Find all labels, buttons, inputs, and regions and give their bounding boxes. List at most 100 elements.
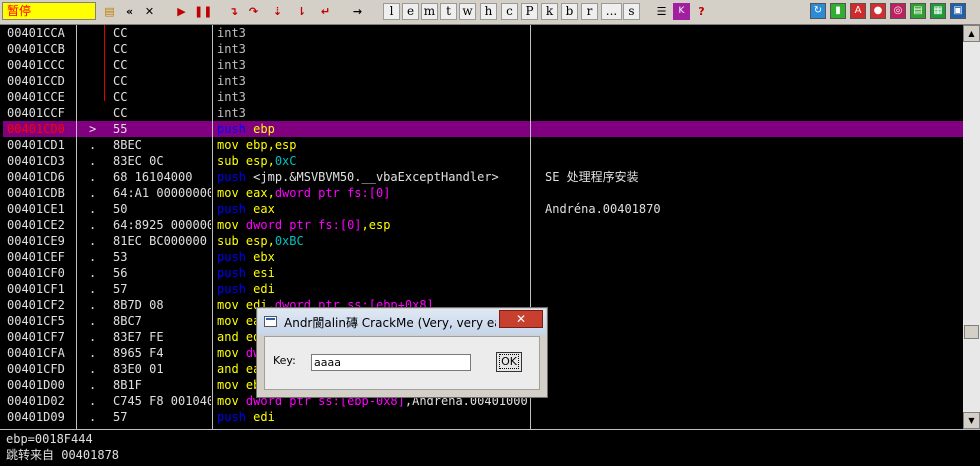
row-address: 00401CF7 — [7, 330, 65, 344]
rewind-icon[interactable]: « — [121, 3, 138, 20]
a-plugin-icon[interactable]: A — [850, 3, 866, 19]
row-hex-bytes: CC — [113, 74, 128, 88]
disasm-row[interactable]: 00401CEF. 53 push ebx — [3, 249, 963, 265]
green-plugin-icon[interactable]: ▮ — [830, 3, 846, 19]
row-hex-bytes: 8965 F4 — [113, 346, 164, 360]
row-instruction: sub esp,0xBC — [217, 233, 529, 249]
refresh-plugin-icon[interactable]: ↻ — [810, 3, 826, 19]
row-address: 00401CF5 — [7, 314, 65, 328]
window-breakpoints-button[interactable]: b — [561, 3, 578, 20]
dialog-close-button[interactable]: ✕ — [499, 310, 543, 328]
disasm-row[interactable]: 00401CF0. 56 push esi — [3, 265, 963, 281]
window-handles-button[interactable]: h — [480, 3, 497, 20]
list-icon[interactable]: ☰ — [653, 3, 670, 20]
window-windows-button[interactable]: w — [459, 3, 476, 20]
disasm-row[interactable]: 00401CCA CC int3 — [3, 25, 963, 41]
window-patches-button[interactable]: P — [521, 3, 538, 20]
disasm-row[interactable]: 00401CCC CC int3 — [3, 57, 963, 73]
pause-icon[interactable]: ❚❚ — [193, 3, 212, 20]
row-address: 00401CF0 — [7, 266, 65, 280]
row-address: 00401CE9 — [7, 234, 65, 248]
row-marker: . — [89, 282, 97, 296]
row-marker: . — [89, 394, 97, 408]
key-input[interactable] — [311, 354, 471, 371]
row-instruction: mov eax,dword ptr fs:[0] — [217, 185, 529, 201]
target-plugin-icon[interactable]: ◎ — [890, 3, 906, 19]
record-plugin-icon[interactable]: ● — [870, 3, 886, 19]
row-hex-bytes: 56 — [113, 266, 128, 280]
row-hex-bytes: 55 — [113, 122, 128, 136]
info-pane: ebp=0018F444 跳转来自 00401878 — [0, 429, 980, 466]
row-address: 00401CFD — [7, 362, 65, 376]
scroll-thumb[interactable] — [964, 325, 979, 339]
disasm-row[interactable]: 00401CD3. 83EC 0C sub esp,0xC — [3, 153, 963, 169]
disasm-row[interactable]: 00401CD1. 8BEC mov ebp,esp — [3, 137, 963, 153]
execute-till-return-icon[interactable]: ↵ — [317, 3, 334, 20]
row-address: 00401CD6 — [7, 170, 65, 184]
vertical-scrollbar[interactable]: ▲ ▼ — [963, 25, 980, 429]
row-comment: SE 处理程序安装 — [545, 170, 639, 184]
options-icon[interactable]: K — [673, 3, 690, 20]
row-mnemonic: int3 — [217, 42, 246, 56]
open-icon[interactable]: ▤ — [101, 3, 118, 20]
window-references-button[interactable]: r — [581, 3, 598, 20]
row-address: 00401D00 — [7, 378, 65, 392]
run-icon[interactable]: ▶ — [173, 3, 190, 20]
window-modules-button[interactable]: e — [402, 3, 419, 20]
disasm-row[interactable]: 00401CD6. 68 16104000 push <jmp.&MSVBVM50.… — [3, 169, 963, 185]
step-over-icon[interactable]: ↷ — [245, 3, 262, 20]
window-callstack-button[interactable]: k — [541, 3, 558, 20]
ok-button[interactable]: OK — [496, 352, 522, 372]
disasm-row[interactable]: 00401CCB CC int3 — [3, 41, 963, 57]
window-runtrace-button[interactable]: ... — [601, 3, 622, 20]
window-source-button[interactable]: s — [623, 3, 640, 20]
row-mnemonic: mov — [217, 138, 239, 152]
disasm-row[interactable]: 00401CE1. 50 push eax Andréna.00401870 — [3, 201, 963, 217]
goto-icon[interactable]: → — [349, 3, 366, 20]
disasm-row[interactable]: 00401CE2. 64:8925 00000000 mov dword ptr f… — [3, 217, 963, 233]
row-hex-bytes: 57 — [113, 282, 128, 296]
book-plugin-icon[interactable]: ▤ — [910, 3, 926, 19]
disasm-row[interactable]: 00401CDB. 64:A1 00000000 mov eax,dword ptr… — [3, 185, 963, 201]
window-threads-button[interactable]: t — [440, 3, 457, 20]
disasm-row[interactable]: 00401CE9. 81EC BC000000 sub esp,0xBC — [3, 233, 963, 249]
step-into-icon[interactable]: ↴ — [225, 3, 242, 20]
window-log-button[interactable]: l — [383, 3, 400, 20]
row-mnemonic: push — [217, 122, 246, 136]
row-instruction: sub esp,0xC — [217, 153, 529, 169]
row-hex-bytes: 83EC 0C — [113, 154, 164, 168]
dialog-titlebar[interactable]: Andr閬alin磚 CrackMe (Very, very easy) ✕ — [258, 309, 546, 335]
disasm-row[interactable]: 00401CCD CC int3 — [3, 73, 963, 89]
disasm-row[interactable]: 00401CCF CC int3 — [3, 105, 963, 121]
row-instruction: push esi — [217, 265, 529, 281]
window-cpu-button[interactable]: c — [501, 3, 518, 20]
info-jump-from-line: 跳转来自 00401878 — [6, 448, 120, 462]
row-marker: . — [89, 138, 97, 152]
disasm-row[interactable]: 00401CCE CC int3 — [3, 89, 963, 105]
row-mnemonic: mov — [217, 346, 239, 360]
ready-plugin-icon[interactable]: ▣ — [950, 3, 966, 19]
disasm-row-current[interactable]: 00401CD0 >55 push ebp — [3, 121, 963, 137]
row-mnemonic: mov — [217, 298, 239, 312]
grid-plugin-icon[interactable]: ▦ — [930, 3, 946, 19]
row-address: 00401CCB — [7, 42, 65, 56]
row-operand: ebx — [253, 250, 275, 264]
row-address: 00401CD1 — [7, 138, 65, 152]
disasm-row[interactable]: 00401CF1. 57 push edi — [3, 281, 963, 297]
row-instruction: push edi — [217, 281, 529, 297]
row-hex-bytes: 64:8925 00000000 — [113, 218, 211, 232]
trace-over-icon[interactable]: ⇂ — [293, 3, 310, 20]
row-address: 00401CCD — [7, 74, 65, 88]
help-icon[interactable]: ? — [693, 3, 710, 20]
window-memory-button[interactable]: m — [421, 3, 438, 20]
close-icon[interactable]: ✕ — [141, 3, 158, 20]
disasm-row[interactable]: 00401D09. 57 push edi — [3, 409, 963, 425]
scroll-up-icon[interactable]: ▲ — [963, 25, 980, 42]
scroll-down-icon[interactable]: ▼ — [963, 412, 980, 429]
row-operand: ebp — [253, 122, 275, 136]
row-hex-bytes: 81EC BC000000 — [113, 234, 207, 248]
crackme-dialog: Andr閬alin磚 CrackMe (Very, very easy) ✕ K… — [256, 307, 548, 398]
row-hex-bytes: CC — [113, 42, 128, 56]
trace-into-icon[interactable]: ⇣ — [269, 3, 286, 20]
row-instruction: int3 — [217, 57, 529, 73]
